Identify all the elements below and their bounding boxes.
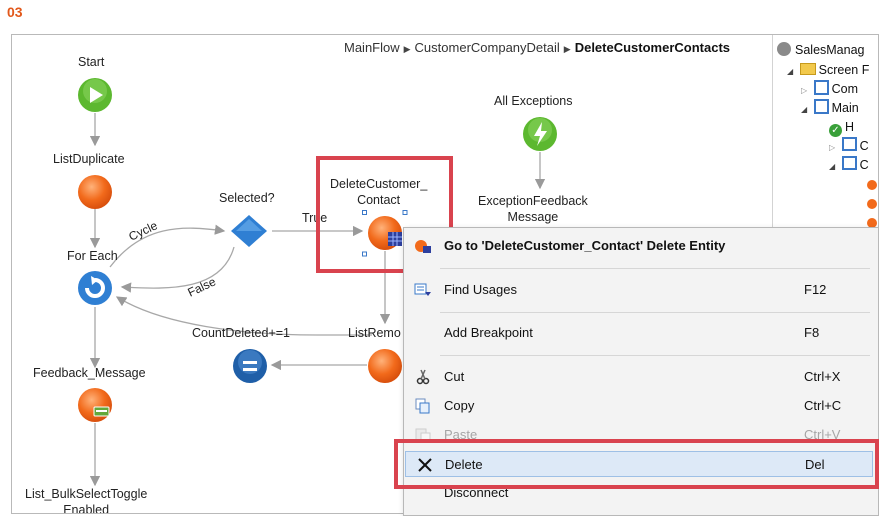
all-exceptions-label: All Exceptions <box>494 94 573 108</box>
breadcrumb-item-action[interactable]: DeleteCustomerContacts <box>575 40 730 55</box>
tree-common-label: Com <box>831 82 859 96</box>
tree-c2-label: C <box>859 158 869 172</box>
chevron-right-icon: ▶ <box>563 44 571 54</box>
list-duplicate-label: ListDuplicate <box>53 152 125 166</box>
selected-decision-node[interactable] <box>229 213 269 249</box>
folder-icon <box>799 63 816 75</box>
for-each-node[interactable] <box>77 270 113 306</box>
tree-item-common[interactable]: ▷ Com <box>801 80 858 98</box>
bulk-toggle-label-line1: List_BulkSelectToggle <box>25 487 148 501</box>
screen-icon <box>841 137 857 151</box>
entity-action-icon <box>415 240 431 253</box>
count-deleted-assign-node[interactable] <box>232 348 268 384</box>
menu-item-copy[interactable]: Copy Ctrl+C <box>404 393 876 419</box>
list-remove-label: ListRemo <box>348 326 401 340</box>
menu-item-add-breakpoint[interactable]: Add Breakpoint F8 <box>404 320 876 346</box>
list-remove-node[interactable] <box>367 348 403 384</box>
chevron-right-icon: ▶ <box>403 44 411 54</box>
menu-item-goto[interactable]: Go to 'DeleteCustomer_Contact' Delete En… <box>404 233 876 259</box>
selected-label: Selected? <box>219 191 275 205</box>
flow-icon <box>813 99 829 114</box>
screen-icon <box>841 156 857 170</box>
find-usages-icon <box>414 283 431 296</box>
flow-icon <box>813 80 829 95</box>
tree-h-label: H <box>845 120 855 134</box>
bulk-toggle-label-line2: Enabled <box>63 503 110 514</box>
collapse-arrow-icon: ▷ <box>801 86 808 95</box>
breadcrumb-item-flow[interactable]: MainFlow <box>344 40 400 55</box>
feedback-message-node[interactable] <box>77 387 113 423</box>
step-label: 03 <box>7 4 23 20</box>
bulk-toggle-label: List_BulkSelectToggle Enabled <box>25 486 148 514</box>
menu-item-find-usages[interactable]: Find Usages F12 <box>404 277 876 303</box>
expand-arrow-icon: ◢ <box>801 105 808 114</box>
all-exceptions-node[interactable] <box>522 116 558 152</box>
tree-item-main[interactable]: ◢ Main <box>801 99 859 117</box>
tree-c1-label: C <box>859 139 869 153</box>
breadcrumb-item-screen[interactable]: CustomerCompanyDetail <box>415 40 560 55</box>
tree-item-c2[interactable]: ◢ C <box>829 156 869 174</box>
check-icon: ✓ <box>829 124 842 137</box>
feedback-message-label: Feedback_Message <box>33 366 146 380</box>
copy-icon <box>415 398 430 414</box>
start-node[interactable] <box>77 77 113 113</box>
menu-item-cut[interactable]: Cut Ctrl+X <box>404 364 876 390</box>
tree-screen-flows-label: Screen F <box>818 63 870 77</box>
exception-feedback-label-line1: ExceptionFeedback <box>478 194 588 208</box>
collapse-arrow-icon: ▷ <box>829 143 836 152</box>
scissors-icon <box>416 369 430 385</box>
expand-arrow-icon: ◢ <box>787 67 794 76</box>
list-duplicate-node[interactable] <box>77 174 113 210</box>
globe-icon <box>777 42 791 56</box>
expand-arrow-icon: ◢ <box>829 162 836 171</box>
for-each-label: For Each <box>67 249 118 263</box>
highlight-box-delete <box>394 439 879 489</box>
tree-root-label: SalesManag <box>795 43 865 57</box>
tree-item-root[interactable]: SalesManag <box>777 41 865 59</box>
start-label: Start <box>78 55 105 69</box>
tree-item-h[interactable]: ✓ H <box>829 118 855 137</box>
count-deleted-label: CountDeleted+=1 <box>192 326 290 340</box>
exception-feedback-label-line2: Message <box>507 210 559 224</box>
breadcrumb: MainFlow ▶ CustomerCompanyDetail ▶ DeleteCus… <box>344 40 730 60</box>
tree-item-c1[interactable]: ▷ C <box>829 137 869 155</box>
exception-feedback-label: ExceptionFeedback Message <box>478 193 588 225</box>
tree-item-screen-flows[interactable]: ◢ Screen F <box>787 61 869 79</box>
tree-main-label: Main <box>831 101 859 115</box>
